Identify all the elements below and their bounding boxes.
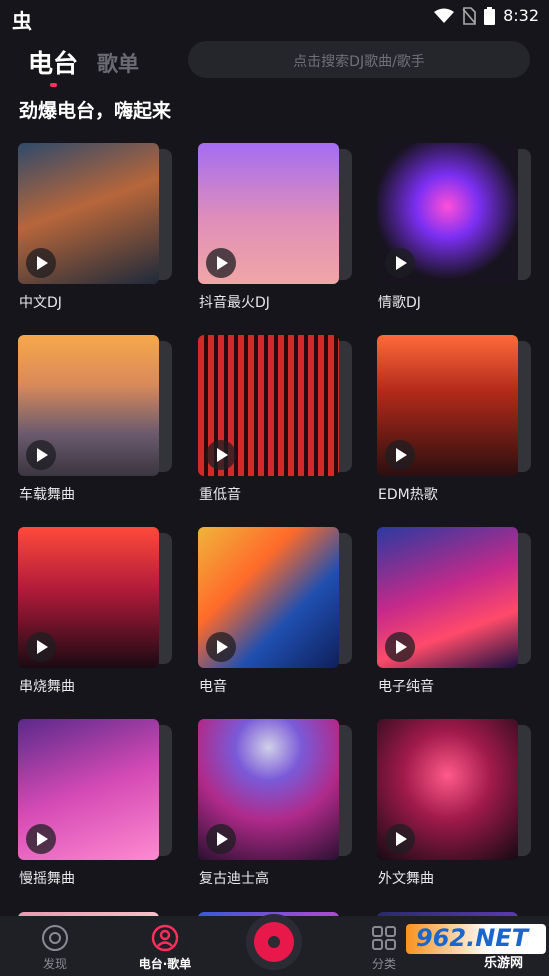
category-grid-icon	[372, 926, 396, 950]
card-cover-image	[18, 335, 159, 476]
nav-discover-label: 发现	[42, 957, 67, 971]
card-label: 慢摇舞曲	[19, 871, 75, 887]
radio-card[interactable]: 电子纯音	[377, 527, 537, 707]
radio-icon	[151, 924, 179, 952]
radio-card[interactable]: 电音	[198, 527, 358, 707]
card-label: 电子纯音	[378, 679, 434, 695]
top-header: 电台 歌单 点击搜索DJ歌曲/歌手	[0, 38, 549, 88]
play-icon[interactable]	[385, 824, 415, 854]
play-icon[interactable]	[26, 632, 56, 662]
radio-card[interactable]: 车载舞曲	[18, 335, 178, 515]
card-cover-image	[377, 335, 518, 476]
wifi-icon	[434, 8, 455, 23]
card-label: 情歌DJ	[378, 295, 421, 311]
radio-card[interactable]: 抖音最火DJ	[198, 143, 358, 323]
card-cover-image	[377, 719, 518, 860]
play-icon[interactable]	[206, 248, 236, 278]
tab-radio[interactable]: 电台	[28, 44, 78, 80]
search-bar[interactable]: 点击搜索DJ歌曲/歌手	[188, 41, 530, 78]
card-cover-image	[377, 527, 518, 668]
play-icon[interactable]	[206, 824, 236, 854]
card-label: 重低音	[199, 487, 241, 503]
tab-playlists[interactable]: 歌单	[97, 48, 139, 78]
watermark-logo: 962.NET 乐游网	[406, 922, 546, 971]
card-cover-image	[198, 719, 339, 860]
card-label: 外文舞曲	[378, 871, 434, 887]
status-bar: 虫 8:32	[0, 0, 549, 33]
play-icon[interactable]	[206, 440, 236, 470]
card-label: 电音	[199, 679, 227, 695]
no-sim-icon	[462, 6, 476, 25]
radio-card[interactable]: 重低音	[198, 335, 358, 515]
radio-card[interactable]: 外文舞曲	[377, 719, 537, 899]
play-icon[interactable]	[26, 824, 56, 854]
radio-card[interactable]: EDM热歌	[377, 335, 537, 515]
app-notification-icon: 虫	[12, 9, 32, 33]
play-icon[interactable]	[26, 440, 56, 470]
discover-icon	[42, 925, 68, 951]
radio-card[interactable]: 慢摇舞曲	[18, 719, 178, 899]
watermark-sub: 乐游网	[484, 956, 524, 971]
nav-radio-playlist[interactable]: 电台·歌单	[125, 916, 205, 976]
card-label: 复古迪士高	[199, 871, 269, 887]
card-cover-image	[198, 143, 339, 284]
play-icon[interactable]	[26, 248, 56, 278]
card-label: 抖音最火DJ	[199, 295, 270, 311]
card-cover-image	[18, 527, 159, 668]
radio-card[interactable]: 串烧舞曲	[18, 527, 178, 707]
card-label: 车载舞曲	[19, 487, 75, 503]
battery-icon	[484, 6, 496, 25]
search-placeholder: 点击搜索DJ歌曲/歌手	[293, 54, 425, 70]
now-playing-disc-button[interactable]	[246, 914, 302, 970]
nav-radio-playlist-label: 电台·歌单	[138, 957, 192, 971]
status-icons: 8:32	[434, 6, 539, 25]
radio-card[interactable]: 复古迪士高	[198, 719, 358, 899]
card-cover-image	[198, 527, 339, 668]
card-label: 中文DJ	[19, 295, 62, 311]
card-cover-image	[18, 719, 159, 860]
radio-card[interactable]: 中文DJ	[18, 143, 178, 323]
play-icon[interactable]	[206, 632, 236, 662]
play-icon[interactable]	[385, 248, 415, 278]
radio-card[interactable]: 情歌DJ	[377, 143, 537, 323]
watermark-text: 962.NET	[416, 924, 529, 952]
active-tab-indicator	[50, 83, 57, 87]
play-icon[interactable]	[385, 632, 415, 662]
card-cover-image	[377, 143, 518, 284]
card-label: 串烧舞曲	[19, 679, 75, 695]
card-cover-image	[18, 143, 159, 284]
section-title: 劲爆电台，嗨起来	[19, 100, 172, 122]
play-icon[interactable]	[385, 440, 415, 470]
card-label: EDM热歌	[378, 487, 438, 503]
disc-icon	[254, 922, 294, 962]
clock: 8:32	[503, 6, 539, 25]
nav-discover[interactable]: 发现	[15, 916, 95, 976]
card-cover-image	[198, 335, 339, 476]
